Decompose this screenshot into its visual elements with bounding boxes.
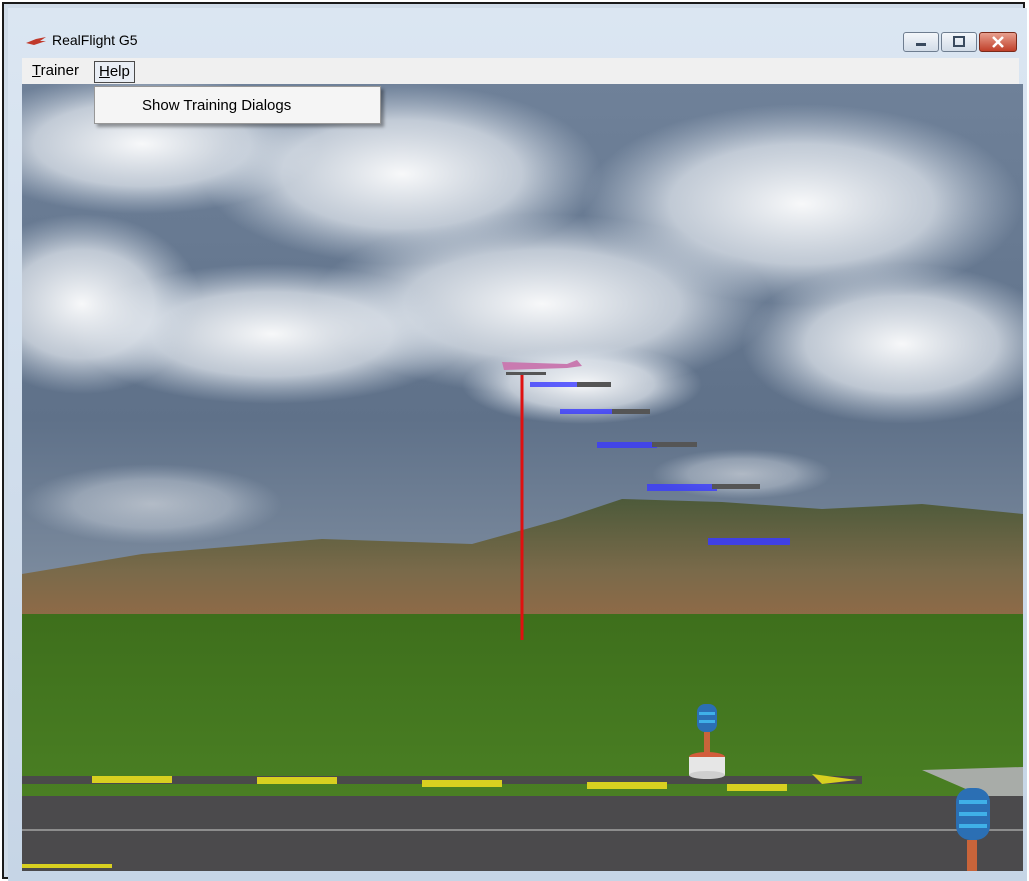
close-icon <box>992 36 1004 48</box>
menu-help-label: elp <box>109 63 130 80</box>
menu-help[interactable]: Help <box>94 61 135 83</box>
help-dropdown-menu: Show Training Dialogs <box>94 86 381 124</box>
close-button[interactable] <box>979 32 1017 52</box>
maximize-icon <box>953 36 965 47</box>
caption-buttons <box>903 32 1017 52</box>
menu-help-accel: H <box>99 63 110 80</box>
minimize-button[interactable] <box>903 32 939 52</box>
window-frame: RealFlight G5 Trainer Help Show Training… <box>2 2 1027 881</box>
maximize-button[interactable] <box>941 32 977 52</box>
menu-trainer-accel: T <box>32 62 41 79</box>
app-logo-icon <box>26 37 46 45</box>
menu-trainer[interactable]: Trainer <box>28 61 83 81</box>
menu-trainer-label: rainer <box>40 62 79 79</box>
menu-item-show-training-dialogs[interactable]: Show Training Dialogs <box>142 97 291 114</box>
window-title: RealFlight G5 <box>52 32 138 48</box>
flight-scene[interactable] <box>22 84 1023 871</box>
menu-bar: Trainer Help <box>22 58 1019 85</box>
runway-centerline <box>22 829 1023 831</box>
title-bar[interactable]: RealFlight G5 <box>8 8 1027 60</box>
runway <box>22 796 1023 871</box>
simulator-viewport[interactable] <box>22 84 1023 871</box>
minimize-icon <box>916 43 926 46</box>
runway-stripe <box>22 864 112 868</box>
